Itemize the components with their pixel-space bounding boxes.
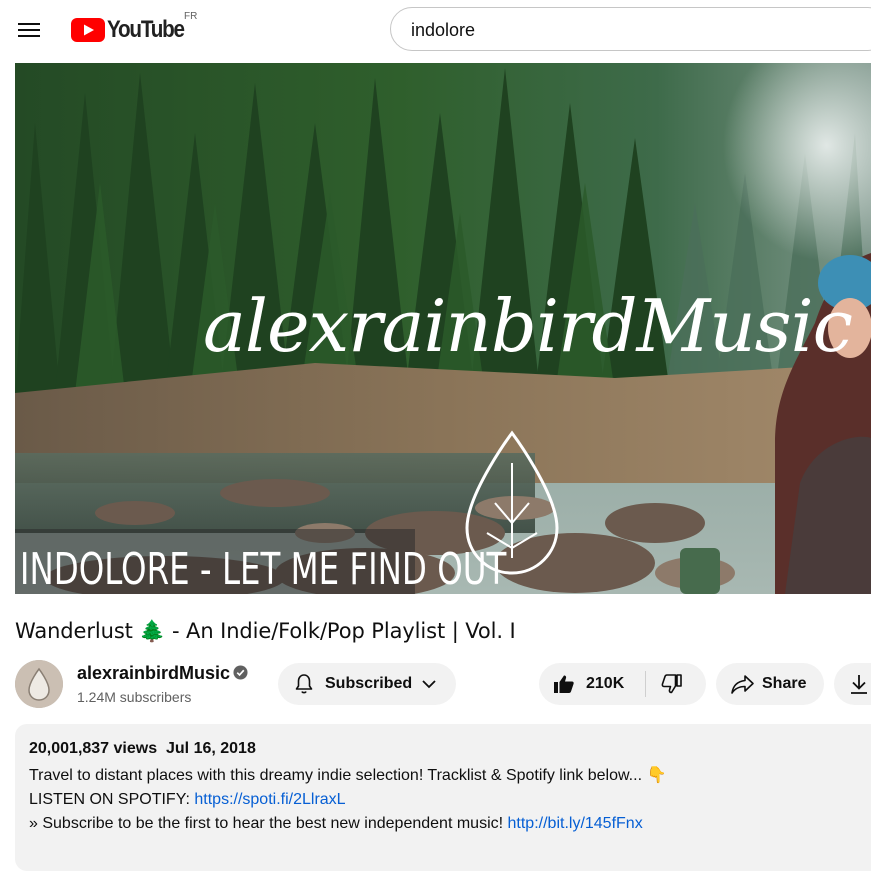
dislike-button[interactable] (646, 663, 706, 705)
share-icon (731, 675, 754, 694)
video-thumbnail: alexrainbirdMusic INDOLORE - LET ME FIND… (15, 63, 871, 594)
view-count: 20,001,837 views (29, 740, 158, 757)
subscribe-link[interactable]: http://bit.ly/145fFnx (508, 815, 643, 832)
video-title: Wanderlust 🌲 - An Indie/Folk/Pop Playlis… (15, 619, 516, 643)
description-box[interactable]: 20,001,837 views Jul 16, 2018 Travel to … (15, 724, 871, 871)
download-icon (851, 675, 867, 694)
chevron-down-icon (422, 680, 436, 689)
youtube-play-icon (71, 18, 105, 42)
description-line-1: Travel to distant places with this dream… (29, 767, 667, 784)
logo-text: YouTube (107, 16, 185, 43)
upload-date: Jul 16, 2018 (166, 740, 256, 757)
description-line-2: LISTEN ON SPOTIFY: https://spoti.fi/2Llr… (29, 788, 871, 812)
search-input[interactable] (409, 17, 833, 43)
description-line-3: » Subscribe to be the first to hear the … (29, 812, 871, 836)
like-count: 210K (586, 675, 625, 692)
subscriber-count: 1.24M subscribers (77, 689, 192, 705)
share-label: Share (762, 675, 807, 692)
share-button[interactable]: Share (716, 663, 824, 705)
download-button[interactable] (834, 663, 871, 705)
subscribed-button[interactable]: Subscribed (278, 663, 456, 705)
video-player[interactable]: alexrainbirdMusic INDOLORE - LET ME FIND… (15, 63, 871, 594)
thumbnail-brand-text: alexrainbirdMusic (203, 284, 852, 368)
search-box[interactable] (390, 7, 871, 51)
like-dislike-group: 210K (539, 663, 706, 705)
masthead: YouTube FR (0, 0, 871, 60)
thumbs-down-icon (661, 674, 682, 694)
like-button[interactable]: 210K (539, 663, 645, 705)
subscribed-label: Subscribed (325, 675, 413, 692)
bell-icon (295, 674, 313, 694)
channel-name[interactable]: alexrainbirdMusic (77, 663, 230, 684)
hamburger-menu-icon[interactable] (10, 12, 48, 48)
description-meta: 20,001,837 views Jul 16, 2018 (29, 740, 871, 758)
channel-avatar[interactable] (15, 660, 63, 708)
verified-check-icon (233, 665, 248, 680)
subscribe-text: » Subscribe to be the first to hear the … (29, 815, 508, 832)
spotify-label: LISTEN ON SPOTIFY: (29, 791, 195, 808)
thumbnail-caption: INDOLORE - LET ME FIND OUT (20, 545, 507, 594)
youtube-logo[interactable]: YouTube (71, 15, 196, 45)
spotify-link[interactable]: https://spoti.fi/2LlraxL (194, 791, 345, 808)
logo-country-code: FR (184, 11, 198, 22)
thumbs-up-icon (554, 675, 574, 693)
